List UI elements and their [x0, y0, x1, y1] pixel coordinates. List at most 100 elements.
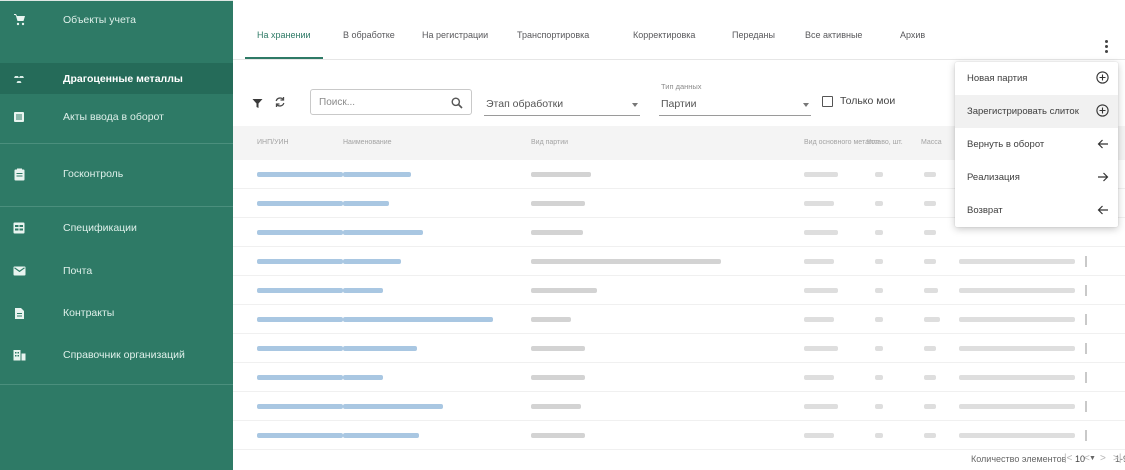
name-link[interactable] [343, 404, 443, 409]
name-link[interactable] [343, 288, 383, 293]
sidebar-item-contracts[interactable]: Контракты [0, 297, 233, 329]
tab-in-storage[interactable]: На хранении [257, 30, 311, 40]
inp-link[interactable] [257, 288, 343, 293]
row-menu-icon[interactable] [1085, 285, 1087, 296]
sidebar-item-objects[interactable]: Объекты учета [0, 1, 233, 38]
row-menu-icon[interactable] [1085, 372, 1087, 383]
name-link[interactable] [343, 375, 383, 380]
table-row[interactable] [233, 334, 1125, 363]
search-field[interactable] [310, 89, 472, 115]
batch-type-cell [531, 346, 585, 351]
sidebar-item-state-control[interactable]: Госконтроль [0, 158, 233, 190]
sidebar-item-mail[interactable]: Почта [0, 255, 233, 287]
metal-type-cell [804, 259, 834, 264]
inp-link[interactable] [257, 375, 343, 380]
arrow-right-icon [1097, 170, 1109, 188]
only-mine-checkbox[interactable]: Только мои [822, 95, 895, 107]
menu-item-new-batch[interactable]: Новая партия [955, 62, 1118, 95]
add-circle-icon [1096, 71, 1109, 89]
processing-stage-select[interactable]: Этап обработки [484, 90, 640, 116]
sidebar-item-precious-metals[interactable]: Драгоценные металлы [0, 63, 233, 94]
table-row[interactable] [233, 247, 1125, 276]
data-type-select[interactable]: Тип данных Партии [659, 82, 811, 116]
name-link[interactable] [343, 259, 401, 264]
filter-icon[interactable] [252, 96, 263, 114]
tabs-divider [233, 59, 1125, 60]
column-header-name[interactable]: Наименование [343, 139, 392, 146]
table-row[interactable] [233, 276, 1125, 305]
quantity-cell [875, 433, 883, 438]
tab-all-active[interactable]: Все активные [805, 30, 862, 40]
inp-link[interactable] [257, 433, 343, 438]
prev-page-icon[interactable]: < [1084, 453, 1090, 464]
chevron-down-icon[interactable]: ▼ [1089, 455, 1096, 462]
menu-item-return[interactable]: Возврат [955, 194, 1118, 227]
add-circle-icon [1096, 104, 1109, 122]
table-row[interactable] [233, 421, 1125, 450]
inp-link[interactable] [257, 404, 343, 409]
inp-link[interactable] [257, 172, 343, 177]
menu-item-register-ingot[interactable]: Зарегистрировать слиток [955, 95, 1118, 128]
quantity-cell [875, 317, 883, 322]
column-header-quantity[interactable]: Кол-во, шт. [867, 139, 903, 146]
name-link[interactable] [343, 433, 419, 438]
batch-type-cell [531, 259, 721, 264]
row-menu-icon[interactable] [1085, 401, 1087, 412]
inp-link[interactable] [257, 317, 343, 322]
last-page-icon[interactable]: >| [1113, 453, 1121, 464]
name-link[interactable] [343, 172, 411, 177]
quantity-cell [875, 172, 883, 177]
arrow-left-icon [1097, 137, 1109, 155]
row-menu-icon[interactable] [1085, 430, 1087, 441]
sidebar-divider [0, 206, 233, 207]
name-link[interactable] [343, 201, 389, 206]
menu-item-sale[interactable]: Реализация [955, 161, 1118, 194]
inp-link[interactable] [257, 259, 343, 264]
batch-type-cell [531, 317, 571, 322]
first-page-icon[interactable]: |< [1064, 453, 1072, 464]
column-header-batch-type[interactable]: Вид партии [531, 139, 568, 146]
mass-cell [924, 172, 936, 177]
table-row[interactable] [233, 392, 1125, 421]
sidebar-item-specifications[interactable]: Спецификации [0, 212, 233, 244]
actions-menu: Новая партия Зарегистрировать слиток Вер… [955, 62, 1118, 227]
sidebar-item-organizations[interactable]: Справочник организаций [0, 339, 233, 371]
tab-archive[interactable]: Архив [900, 30, 925, 40]
sidebar-item-label: Акты ввода в оборот [63, 111, 164, 123]
menu-item-return-to-circulation[interactable]: Вернуть в оборот [955, 128, 1118, 161]
quantity-cell [875, 201, 883, 206]
inp-link[interactable] [257, 346, 343, 351]
row-menu-icon[interactable] [1085, 314, 1087, 325]
inp-link[interactable] [257, 201, 343, 206]
tab-in-processing[interactable]: В обработке [343, 30, 395, 40]
column-header-inp[interactable]: ИНП/УИН [257, 139, 289, 146]
next-page-icon[interactable]: > [1100, 453, 1106, 464]
tab-correction[interactable]: Корректировка [633, 30, 695, 40]
name-link[interactable] [343, 346, 417, 351]
location-cell [959, 375, 1075, 380]
tab-on-registration[interactable]: На регистрации [422, 30, 488, 40]
column-header-mass[interactable]: Масса [921, 139, 942, 146]
tab-transferred[interactable]: Переданы [732, 30, 775, 40]
quantity-cell [875, 288, 883, 293]
tab-transportation[interactable]: Транспортировка [517, 30, 589, 40]
mass-cell [924, 230, 936, 235]
sidebar-item-label: Контракты [63, 307, 115, 319]
name-link[interactable] [343, 230, 423, 235]
search-input[interactable] [319, 95, 439, 109]
row-menu-icon[interactable] [1085, 343, 1087, 354]
search-icon[interactable] [451, 96, 463, 114]
quantity-cell [875, 404, 883, 409]
checkbox-box[interactable] [822, 95, 833, 107]
mass-cell [924, 259, 936, 264]
batch-type-cell [531, 404, 581, 409]
document-list-icon [12, 110, 26, 124]
row-menu-icon[interactable] [1085, 256, 1087, 267]
more-actions-icon[interactable] [1103, 40, 1109, 54]
inp-link[interactable] [257, 230, 343, 235]
sidebar-item-acts[interactable]: Акты ввода в оборот [0, 101, 233, 133]
table-row[interactable] [233, 305, 1125, 334]
table-row[interactable] [233, 363, 1125, 392]
refresh-icon[interactable] [274, 95, 286, 113]
name-link[interactable] [343, 317, 493, 322]
